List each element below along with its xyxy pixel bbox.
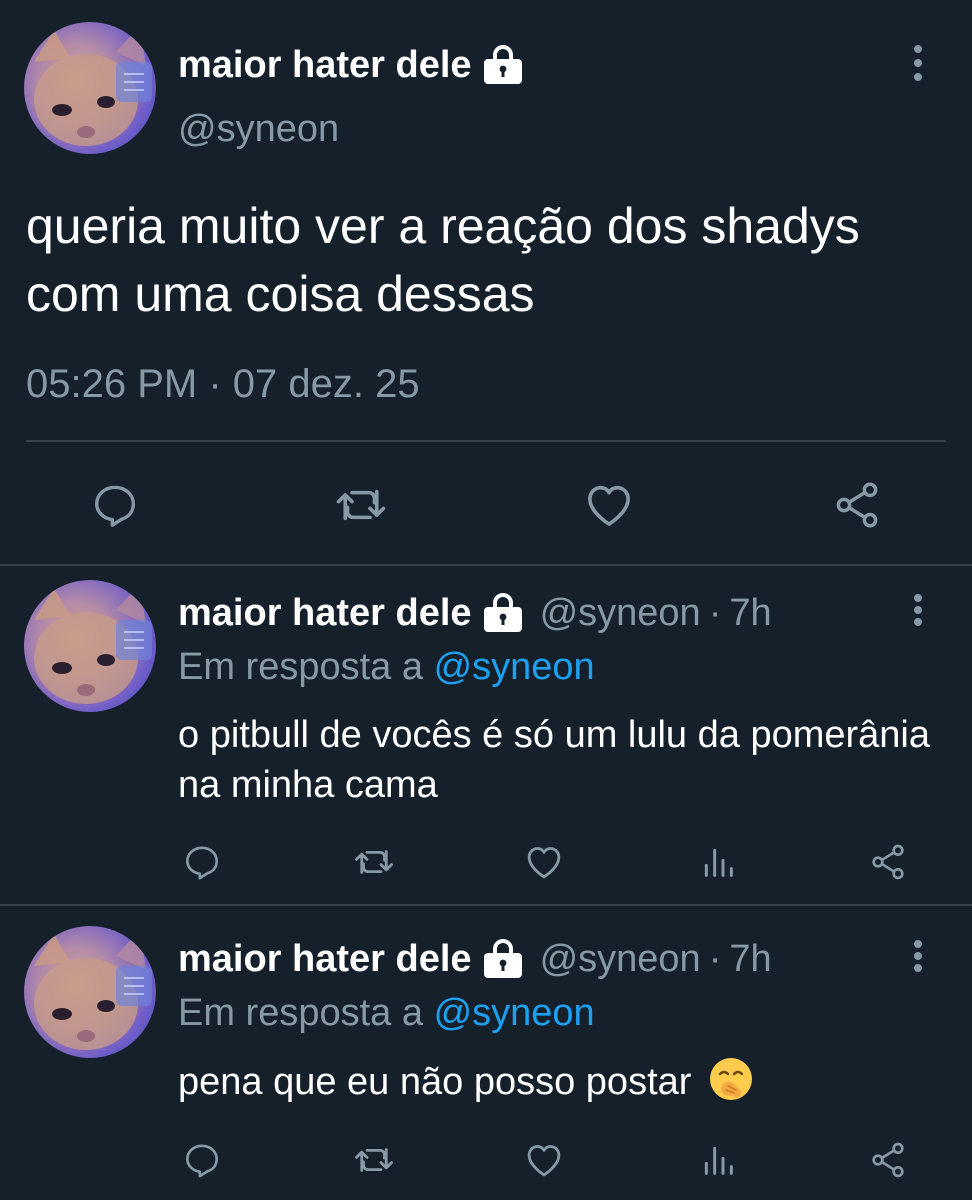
separator-dot: · [708, 937, 722, 980]
user-handle[interactable]: @syneon [540, 938, 701, 981]
analytics-icon[interactable] [696, 1138, 740, 1182]
like-icon[interactable] [522, 840, 566, 884]
tweet-thread: maior hater dele @syneon queria muito ve… [0, 0, 972, 1200]
main-tweet: maior hater dele @syneon queria muito ve… [0, 0, 972, 565]
avatar[interactable] [24, 926, 156, 1058]
reply-context: Em resposta a @syneon [178, 992, 595, 1035]
lock-icon [480, 938, 526, 980]
avatar[interactable] [24, 22, 156, 154]
tweet-timestamp[interactable]: 05:26 PM · 07 dez. 25 [26, 362, 420, 407]
share-icon[interactable] [866, 840, 910, 884]
user-handle[interactable]: @syneon [178, 108, 339, 151]
retweet-icon[interactable] [334, 478, 388, 532]
reply-tweet[interactable]: maior hater dele @syneon · 7h Em respost… [0, 566, 972, 904]
reply-prefix: Em resposta a [178, 646, 423, 688]
reply-tweet[interactable]: maior hater dele @syneon · 7h Em respost… [0, 906, 972, 1200]
avatar[interactable] [24, 580, 156, 712]
like-icon[interactable] [582, 478, 636, 532]
tweet-time[interactable]: 7h [729, 592, 771, 635]
lock-icon [480, 44, 526, 86]
retweet-icon[interactable] [352, 840, 396, 884]
retweet-icon[interactable] [352, 1138, 396, 1182]
lock-icon [480, 592, 526, 634]
reply-mention-link[interactable]: @syneon [434, 992, 595, 1034]
tweet-time[interactable]: 7h [729, 938, 771, 981]
share-icon[interactable] [830, 478, 884, 532]
more-options-icon[interactable] [912, 594, 924, 626]
display-name[interactable]: maior hater dele [178, 592, 472, 635]
reply-icon[interactable] [180, 1138, 224, 1182]
divider [26, 440, 946, 442]
tweet-header: maior hater dele @syneon · 7h [178, 588, 772, 638]
analytics-icon[interactable] [696, 840, 740, 884]
share-icon[interactable] [866, 1138, 910, 1182]
reply-prefix: Em resposta a [178, 992, 423, 1034]
user-handle[interactable]: @syneon [540, 592, 701, 635]
reply-icon[interactable] [88, 478, 142, 532]
tweet-text: queria muito ver a reação dos shadys com… [26, 198, 860, 322]
more-options-icon[interactable] [912, 45, 924, 81]
like-icon[interactable] [522, 1138, 566, 1182]
tweet-text: pena que eu não posso postar [178, 1061, 692, 1103]
display-name-text: maior hater dele [178, 43, 472, 86]
more-options-icon[interactable] [912, 940, 924, 972]
display-name[interactable]: maior hater dele [178, 40, 526, 90]
separator-dot: · [708, 591, 722, 634]
tweet-header: maior hater dele @syneon · 7h [178, 934, 772, 984]
tweet-text-container: pena que eu não posso postar [178, 1056, 938, 1107]
display-name[interactable]: maior hater dele [178, 938, 472, 981]
tweet-text: o pitbull de vocês é só um lulu da pomer… [178, 714, 931, 806]
face-with-hand-over-mouth-icon [708, 1056, 754, 1102]
reply-mention-link[interactable]: @syneon [434, 646, 595, 688]
reply-context: Em resposta a @syneon [178, 646, 595, 689]
reply-icon[interactable] [180, 840, 224, 884]
